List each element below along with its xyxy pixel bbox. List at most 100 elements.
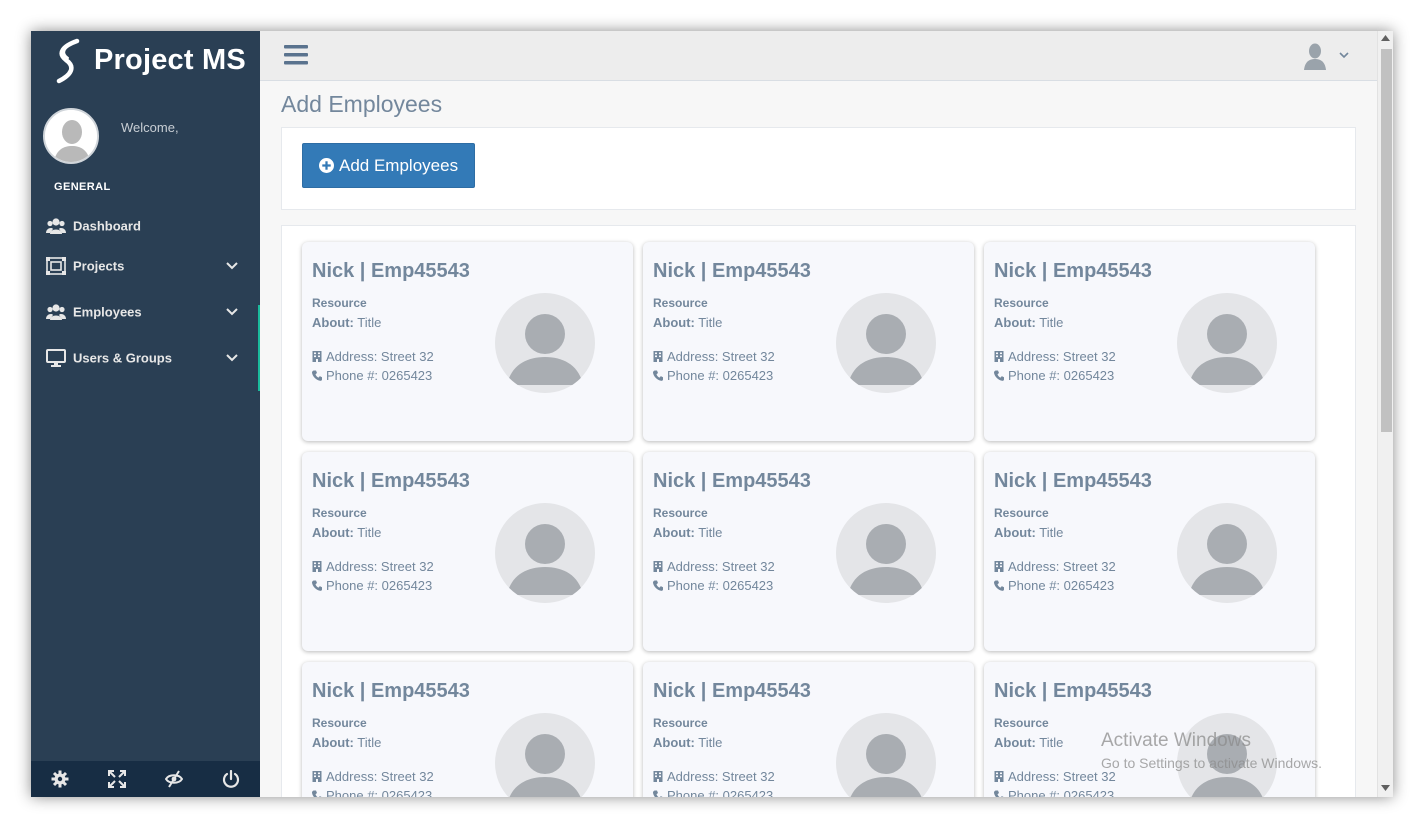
sidebar-item-label: Projects (73, 258, 125, 274)
brand[interactable]: Project MS (31, 31, 260, 91)
employee-address: Address: Street 32 (994, 349, 1116, 364)
fullscreen-button[interactable] (88, 761, 145, 797)
employee-phone: Phone #: 0265423 (653, 578, 773, 593)
phone-text: Phone #: 0265423 (1008, 578, 1115, 593)
scroll-down-arrow-icon[interactable] (1381, 785, 1390, 791)
chevron-down-icon (1339, 52, 1349, 59)
sidebar: Project MS Welcome, GENERAL Dashboard Pr… (31, 31, 260, 797)
address-text: Address: Street 32 (1008, 559, 1116, 574)
employee-card[interactable]: Nick | Emp45543 Resource About: Title Addre… (984, 662, 1315, 797)
phone-icon (312, 790, 322, 797)
employee-name-id: Nick | Emp45543 (312, 260, 470, 282)
brand-name: Project MS (94, 44, 246, 76)
employee-card[interactable]: Nick | Emp45543 Resource About: Title Addre… (302, 242, 633, 441)
sidebar-footer (31, 761, 260, 797)
hamburger-menu-icon[interactable] (284, 44, 308, 66)
employee-role: Resource (994, 716, 1049, 730)
gear-icon (51, 770, 69, 788)
employee-avatar (495, 503, 595, 603)
logout-button[interactable] (203, 761, 260, 797)
scrollbar-thumb[interactable] (1381, 49, 1392, 432)
building-icon (994, 351, 1004, 362)
employee-name-id: Nick | Emp45543 (653, 260, 811, 282)
phone-icon (994, 790, 1004, 797)
about-label: About: (994, 315, 1036, 330)
employee-cards-panel: Nick | Emp45543 Resource About: Title Addre… (281, 225, 1356, 797)
employee-name-id: Nick | Emp45543 (312, 680, 470, 702)
sidebar-item-projects[interactable]: Projects (31, 248, 260, 284)
address-text: Address: Street 32 (326, 769, 434, 784)
employee-role: Resource (653, 506, 708, 520)
address-text: Address: Street 32 (667, 769, 775, 784)
settings-button[interactable] (31, 761, 88, 797)
building-icon (312, 561, 322, 572)
phone-text: Phone #: 0265423 (326, 788, 433, 797)
profile-avatar[interactable] (43, 108, 99, 164)
about-label: About: (312, 315, 354, 330)
address-text: Address: Street 32 (667, 349, 775, 364)
employee-about: About: Title (994, 525, 1063, 540)
employee-avatar (495, 293, 595, 393)
hide-button[interactable] (146, 761, 203, 797)
top-navbar (260, 31, 1377, 81)
page-title: Add Employees (281, 91, 443, 117)
employee-name-id: Nick | Emp45543 (994, 470, 1152, 492)
about-value: Title (357, 735, 382, 750)
employee-role: Resource (653, 296, 708, 310)
phone-icon (653, 580, 663, 591)
building-icon (312, 351, 322, 362)
user-avatar-icon (848, 524, 924, 595)
sidebar-item-dashboard[interactable]: Dashboard (31, 208, 260, 244)
employee-card[interactable]: Nick | Emp45543 Resource About: Title Addre… (643, 662, 974, 797)
employee-phone: Phone #: 0265423 (653, 788, 773, 797)
sidebar-item-employees[interactable]: Employees (31, 294, 260, 330)
phone-text: Phone #: 0265423 (667, 368, 774, 383)
about-value: Title (698, 525, 723, 540)
employee-about: About: Title (312, 735, 381, 750)
employee-about: About: Title (653, 525, 722, 540)
employee-avatar (495, 713, 595, 797)
employee-card[interactable]: Nick | Emp45543 Resource About: Title Addre… (643, 452, 974, 651)
user-profile-menu[interactable] (1301, 41, 1353, 71)
add-employees-button[interactable]: Add Employees (302, 143, 476, 188)
employee-card[interactable]: Nick | Emp45543 Resource About: Title Addre… (984, 452, 1315, 651)
employee-about: About: Title (994, 315, 1063, 330)
employee-address: Address: Street 32 (312, 559, 434, 574)
scroll-up-arrow-icon[interactable] (1381, 35, 1390, 41)
address-text: Address: Street 32 (667, 559, 775, 574)
users-icon (46, 218, 66, 234)
vertical-scrollbar[interactable] (1377, 31, 1393, 797)
employee-name-id: Nick | Emp45543 (994, 680, 1152, 702)
building-icon (653, 771, 663, 782)
employee-address: Address: Street 32 (994, 769, 1116, 784)
employee-phone: Phone #: 0265423 (312, 788, 432, 797)
employee-card[interactable]: Nick | Emp45543 Resource About: Title Addre… (643, 242, 974, 441)
power-icon (223, 770, 240, 788)
phone-icon (994, 580, 1004, 591)
employee-about: About: Title (653, 735, 722, 750)
phone-icon (653, 370, 663, 381)
phone-text: Phone #: 0265423 (667, 788, 774, 797)
employee-name-id: Nick | Emp45543 (653, 470, 811, 492)
employee-card[interactable]: Nick | Emp45543 Resource About: Title Addre… (302, 662, 633, 797)
user-avatar-icon (850, 734, 922, 797)
active-nav-marker (258, 305, 260, 391)
employee-card[interactable]: Nick | Emp45543 Resource About: Title Addre… (984, 242, 1315, 441)
employee-about: About: Title (312, 525, 381, 540)
employee-role: Resource (994, 506, 1049, 520)
employee-card[interactable]: Nick | Emp45543 Resource About: Title Addre… (302, 452, 633, 651)
employee-avatar (1177, 503, 1277, 603)
user-avatar-icon (507, 524, 583, 595)
employee-role: Resource (653, 716, 708, 730)
building-icon (653, 351, 663, 362)
phone-text: Phone #: 0265423 (1008, 788, 1115, 797)
fullscreen-icon (107, 770, 126, 788)
employee-about: About: Title (994, 735, 1063, 750)
about-value: Title (1039, 525, 1064, 540)
employee-name-id: Nick | Emp45543 (312, 470, 470, 492)
building-icon (312, 771, 322, 782)
employee-address: Address: Street 32 (312, 769, 434, 784)
plus-circle-icon (319, 158, 334, 173)
sidebar-item-users-groups[interactable]: Users & Groups (31, 340, 260, 376)
employee-address: Address: Street 32 (653, 559, 775, 574)
